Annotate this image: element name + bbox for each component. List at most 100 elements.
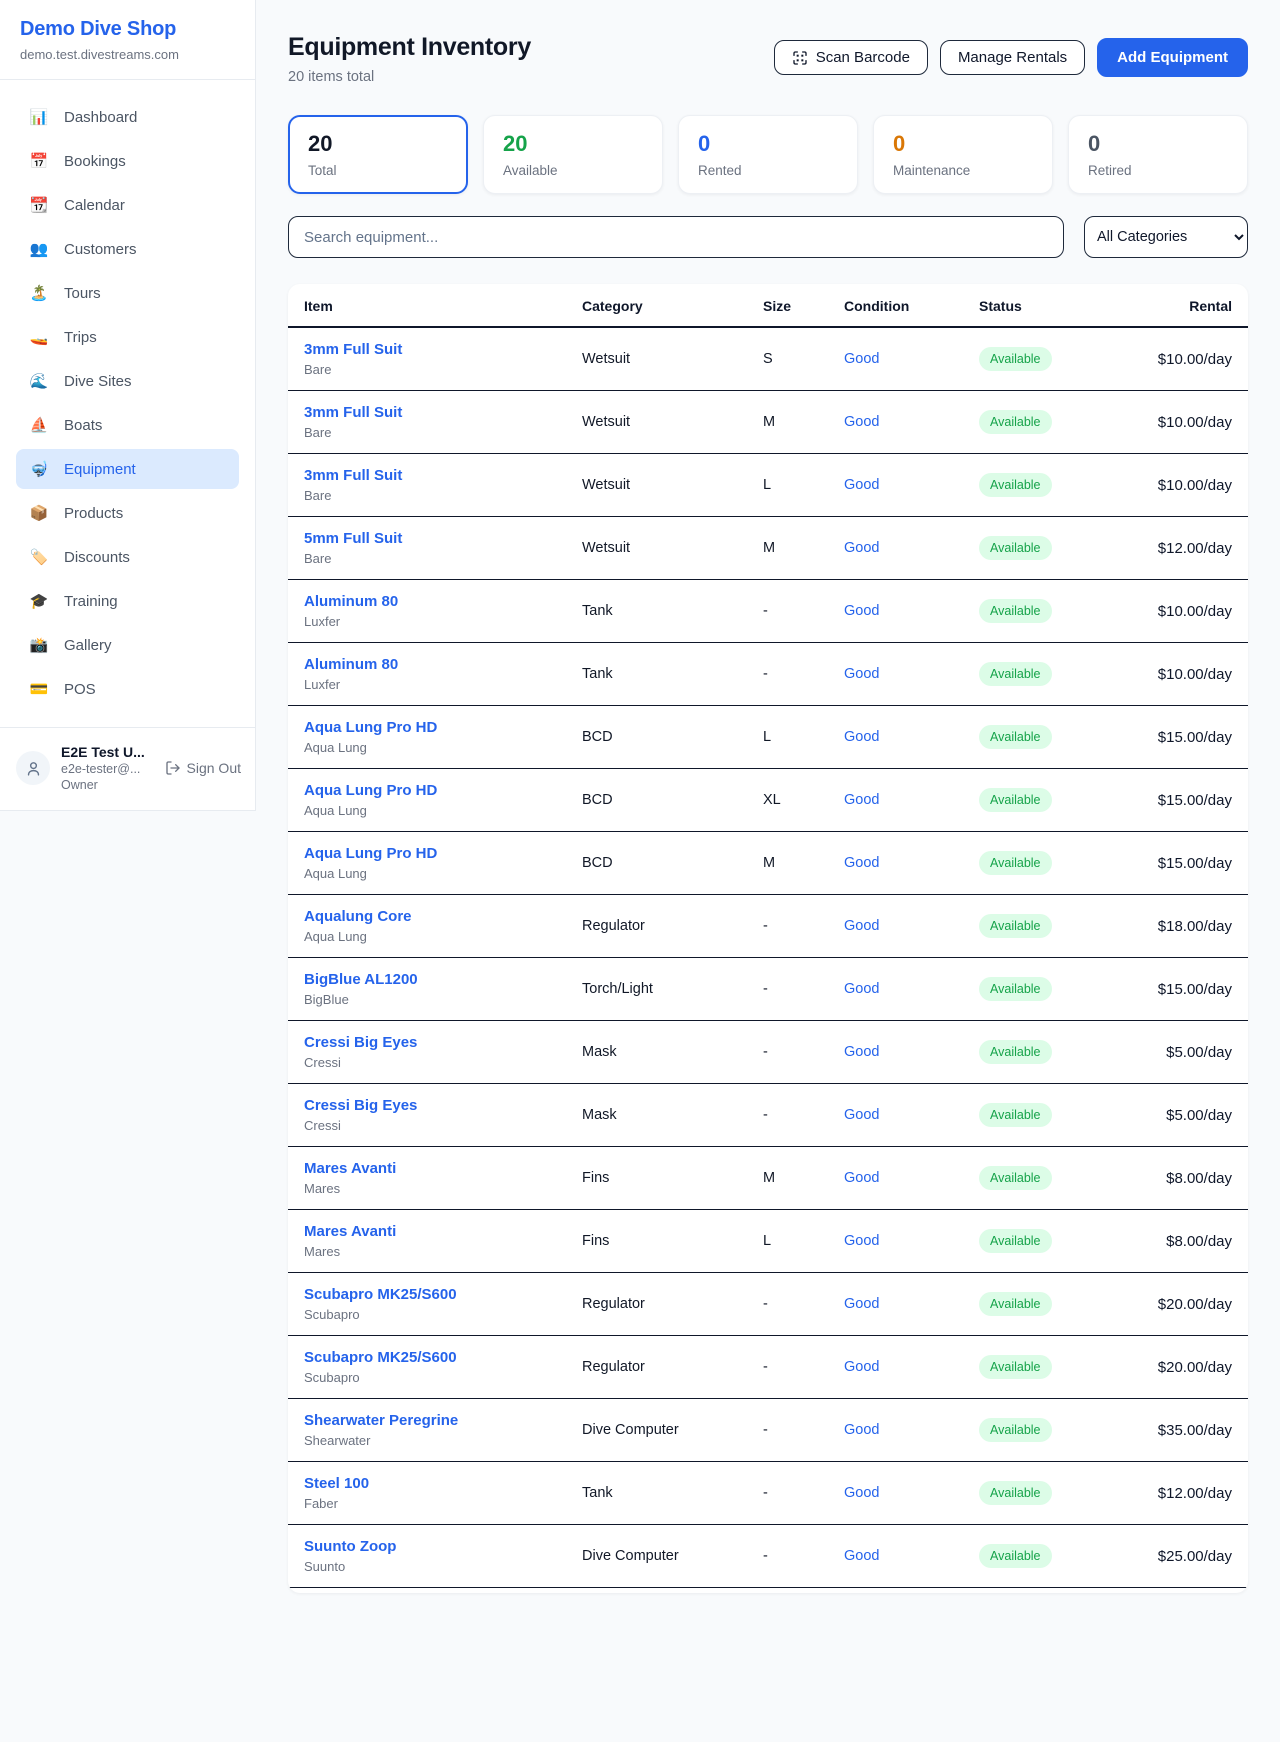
cell-size: - [747, 1273, 828, 1336]
status-badge: Available [979, 1292, 1052, 1316]
nav-item-label: Discounts [64, 549, 130, 566]
item-name-link[interactable]: Mares Avanti [304, 1223, 550, 1240]
item-name-link[interactable]: Shearwater Peregrine [304, 1412, 550, 1429]
item-brand: Bare [304, 551, 550, 566]
item-name-link[interactable]: Aqualung Core [304, 908, 550, 925]
sidebar-item-calendar[interactable]: 📆 Calendar [16, 185, 239, 225]
item-name-link[interactable]: Aqua Lung Pro HD [304, 845, 550, 862]
item-name-link[interactable]: Cressi Big Eyes [304, 1097, 550, 1114]
condition-link[interactable]: Good [844, 477, 879, 493]
item-name-link[interactable]: 3mm Full Suit [304, 467, 550, 484]
stat-label: Retired [1088, 163, 1228, 178]
cell-size: - [747, 1084, 828, 1147]
cell-size: M [747, 1147, 828, 1210]
scan-barcode-button[interactable]: Scan Barcode [774, 40, 928, 75]
cell-rental: $12.00/day [1108, 517, 1248, 580]
item-name-link[interactable]: Aqua Lung Pro HD [304, 719, 550, 736]
condition-link[interactable]: Good [844, 1296, 879, 1312]
item-name-link[interactable]: 3mm Full Suit [304, 341, 550, 358]
user-role: Owner [61, 778, 154, 792]
stat-card-maintenance[interactable]: 0 Maintenance [873, 115, 1053, 194]
search-input[interactable] [288, 216, 1064, 258]
stat-card-rented[interactable]: 0 Rented [678, 115, 858, 194]
sign-out-button[interactable]: Sign Out [165, 760, 241, 776]
item-name-link[interactable]: Aluminum 80 [304, 593, 550, 610]
sidebar-item-pos[interactable]: 💳 POS [16, 669, 239, 709]
sidebar-item-dashboard[interactable]: 📊 Dashboard [16, 97, 239, 137]
condition-link[interactable]: Good [844, 1044, 879, 1060]
item-name-link[interactable]: Cressi Big Eyes [304, 1034, 550, 1051]
condition-link[interactable]: Good [844, 792, 879, 808]
condition-link[interactable]: Good [844, 666, 879, 682]
stat-card-available[interactable]: 20 Available [483, 115, 663, 194]
item-name-link[interactable]: Steel 100 [304, 1475, 550, 1492]
sidebar-item-products[interactable]: 📦 Products [16, 493, 239, 533]
sidebar-item-dive-sites[interactable]: 🌊 Dive Sites [16, 361, 239, 401]
item-name-link[interactable]: Scubapro MK25/S600 [304, 1286, 550, 1303]
cell-size: XL [747, 769, 828, 832]
cell-category: Regulator [566, 1336, 747, 1399]
sidebar-item-bookings[interactable]: 📅 Bookings [16, 141, 239, 181]
item-name-link[interactable]: Scubapro MK25/S600 [304, 1349, 550, 1366]
cell-rental: $10.00/day [1108, 454, 1248, 517]
condition-link[interactable]: Good [844, 351, 879, 367]
item-name-link[interactable]: BigBlue AL1200 [304, 971, 550, 988]
condition-link[interactable]: Good [844, 1233, 879, 1249]
sidebar-item-gallery[interactable]: 📸 Gallery [16, 625, 239, 665]
item-name-link[interactable]: Mares Avanti [304, 1160, 550, 1177]
condition-link[interactable]: Good [844, 540, 879, 556]
nav-item-label: Dashboard [64, 109, 137, 126]
table-row: Aqua Lung Pro HD Aqua Lung BCD XL Good A… [288, 769, 1248, 832]
sidebar-item-trips[interactable]: 🚤 Trips [16, 317, 239, 357]
status-badge: Available [979, 1355, 1052, 1379]
nav-item-icon: 🚤 [28, 328, 50, 346]
condition-link[interactable]: Good [844, 414, 879, 430]
condition-link[interactable]: Good [844, 1170, 879, 1186]
sidebar-item-training[interactable]: 🎓 Training [16, 581, 239, 621]
condition-link[interactable]: Good [844, 1422, 879, 1438]
sidebar-item-discounts[interactable]: 🏷️ Discounts [16, 537, 239, 577]
item-brand: Faber [304, 1496, 550, 1511]
nav-item-icon: 📊 [28, 108, 50, 126]
cell-rental: $15.00/day [1108, 769, 1248, 832]
sidebar-item-customers[interactable]: 👥 Customers [16, 229, 239, 269]
table-row: 3mm Full Suit Bare Wetsuit S Good Availa… [288, 327, 1248, 391]
item-name-link[interactable]: 5mm Full Suit [304, 530, 550, 547]
cell-category: Regulator [566, 1273, 747, 1336]
item-name-link[interactable]: 3mm Full Suit [304, 404, 550, 421]
condition-link[interactable]: Good [844, 729, 879, 745]
condition-link[interactable]: Good [844, 1359, 879, 1375]
add-equipment-button[interactable]: Add Equipment [1097, 38, 1248, 77]
stat-card-retired[interactable]: 0 Retired [1068, 115, 1248, 194]
sidebar-item-equipment[interactable]: 🤿 Equipment [16, 449, 239, 489]
condition-link[interactable]: Good [844, 1485, 879, 1501]
condition-link[interactable]: Good [844, 918, 879, 934]
condition-link[interactable]: Good [844, 855, 879, 871]
condition-link[interactable]: Good [844, 981, 879, 997]
condition-link[interactable]: Good [844, 603, 879, 619]
nav-item-label: Tours [64, 285, 101, 302]
header-actions: Scan Barcode Manage Rentals Add Equipmen… [774, 38, 1248, 77]
manage-rentals-button[interactable]: Manage Rentals [940, 40, 1085, 75]
stat-label: Available [503, 163, 643, 178]
item-brand: Aqua Lung [304, 929, 550, 944]
sidebar-item-boats[interactable]: ⛵ Boats [16, 405, 239, 445]
stat-card-total[interactable]: 20 Total [288, 115, 468, 194]
sidebar-item-tours[interactable]: 🏝️ Tours [16, 273, 239, 313]
item-name-link[interactable]: Aluminum 80 [304, 656, 550, 673]
items-count: 20 items total [288, 69, 531, 85]
cell-size: - [747, 1462, 828, 1525]
condition-link[interactable]: Good [844, 1107, 879, 1123]
nav-item-label: Products [64, 505, 123, 522]
cell-category: Mask [566, 1084, 747, 1147]
nav-item-label: Trips [64, 329, 97, 346]
cell-category: Tank [566, 643, 747, 706]
item-name-link[interactable]: Suunto Zoop [304, 1538, 550, 1555]
item-name-link[interactable]: Aqua Lung Pro HD [304, 782, 550, 799]
cell-rental: $15.00/day [1108, 832, 1248, 895]
cell-category: Wetsuit [566, 327, 747, 391]
nav-item-label: Gallery [64, 637, 112, 654]
category-select[interactable]: All Categories [1084, 216, 1248, 258]
cell-category: Wetsuit [566, 517, 747, 580]
condition-link[interactable]: Good [844, 1548, 879, 1564]
